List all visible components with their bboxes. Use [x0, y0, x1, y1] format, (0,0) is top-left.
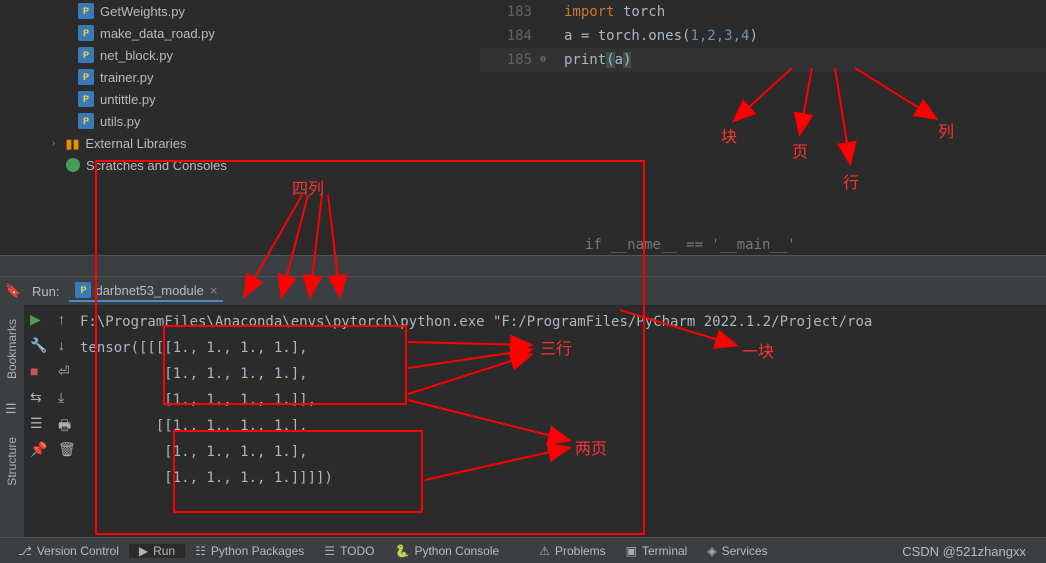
file-item[interactable]: untittle.py: [30, 88, 480, 110]
vcs-icon: ⎇: [18, 544, 32, 558]
structure-tool[interactable]: Structure: [5, 437, 19, 486]
print-icon[interactable]: 🖶: [58, 415, 74, 431]
filter-icon[interactable]: ☰: [30, 415, 46, 431]
structure-icon[interactable]: ☰: [5, 401, 19, 415]
python-packages-tool[interactable]: ☷Python Packages: [185, 544, 314, 558]
warning-icon: ⚠: [539, 544, 550, 558]
python-file-icon: [78, 69, 94, 85]
trash-icon[interactable]: 🗑: [58, 441, 74, 457]
play-icon: ▶: [139, 544, 148, 558]
library-icon: ▮▮: [65, 136, 79, 150]
up-icon[interactable]: ↑: [58, 311, 74, 327]
terminal-tool[interactable]: ▣Terminal: [616, 544, 698, 558]
python-file-icon: [78, 47, 94, 63]
services-tool[interactable]: ◈Services: [697, 544, 777, 558]
python-file-icon: [75, 282, 91, 298]
external-libraries[interactable]: ›▮▮External Libraries: [30, 132, 480, 154]
down-icon[interactable]: ↓: [58, 337, 74, 353]
layout-icon[interactable]: ⇆: [30, 389, 46, 405]
close-icon[interactable]: ×: [210, 283, 218, 298]
bookmarks-tool[interactable]: Bookmarks: [5, 319, 19, 379]
package-icon: ☷: [195, 544, 206, 558]
python-file-icon: [78, 3, 94, 19]
run-label: Run:: [32, 284, 59, 299]
services-icon: ◈: [707, 544, 716, 558]
split-bar[interactable]: [0, 255, 1046, 277]
todo-icon: ☰: [324, 544, 335, 558]
wrap-icon[interactable]: ⏎: [58, 363, 74, 379]
rerun-icon[interactable]: ▶: [30, 311, 46, 327]
scratches-consoles[interactable]: Scratches and Consoles: [30, 154, 480, 176]
gutter-fold-icon: ⊖: [540, 48, 564, 72]
terminal-icon: ▣: [626, 544, 637, 558]
file-item[interactable]: utils.py: [30, 110, 480, 132]
file-item[interactable]: net_block.py: [30, 44, 480, 66]
run-tab[interactable]: darbnet53_module ×: [69, 280, 223, 302]
python-icon: 🐍: [395, 544, 410, 558]
python-file-icon: [78, 113, 94, 129]
todo-tool[interactable]: ☰TODO: [314, 544, 384, 558]
pin-icon[interactable]: 📌: [30, 441, 46, 457]
run-tool-header: Run: darbnet53_module ×: [24, 277, 1046, 305]
file-item[interactable]: make_data_road.py: [30, 22, 480, 44]
file-item[interactable]: GetWeights.py: [30, 0, 480, 22]
python-file-icon: [78, 25, 94, 41]
bookmark-icon[interactable]: 🔖: [5, 283, 19, 297]
stop-icon[interactable]: ■: [30, 363, 46, 379]
problems-tool[interactable]: ⚠Problems: [529, 544, 615, 558]
code-line-active: 185⊖print(a): [480, 48, 1046, 72]
run-tool-button[interactable]: ▶Run: [129, 544, 185, 558]
breadcrumb-hint: if __name__ == '__main__': [585, 237, 796, 253]
scratch-icon: [66, 158, 80, 172]
python-file-icon: [78, 91, 94, 107]
code-line: 183import torch: [480, 0, 1046, 24]
chevron-right-icon: ›: [52, 138, 55, 149]
version-control-tool[interactable]: ⎇Version Control: [8, 544, 129, 558]
project-tree[interactable]: GetWeights.py make_data_road.py net_bloc…: [0, 0, 480, 255]
console-output[interactable]: F:\ProgramFiles\Anaconda\envs\pytorch\py…: [80, 305, 1046, 537]
scroll-icon[interactable]: ⤓: [58, 389, 74, 405]
watermark: CSDN @521zhangxx: [902, 544, 1026, 559]
run-toolbar: ▶ 🔧 ■ ⇆ ☰ 📌 ↑ ↓ ⏎ ⤓ 🖶 🗑: [24, 305, 80, 537]
file-item[interactable]: trainer.py: [30, 66, 480, 88]
code-line: 184a = torch.ones(1,2,3,4): [480, 24, 1046, 48]
python-console-tool[interactable]: 🐍Python Console: [385, 544, 510, 558]
status-bar: ⎇Version Control ▶Run ☷Python Packages ☰…: [0, 537, 1046, 563]
wrench-icon[interactable]: 🔧: [30, 337, 46, 353]
code-editor[interactable]: 183import torch 184a = torch.ones(1,2,3,…: [480, 0, 1046, 255]
left-stripe: 🔖 Bookmarks ☰ Structure: [0, 277, 24, 537]
